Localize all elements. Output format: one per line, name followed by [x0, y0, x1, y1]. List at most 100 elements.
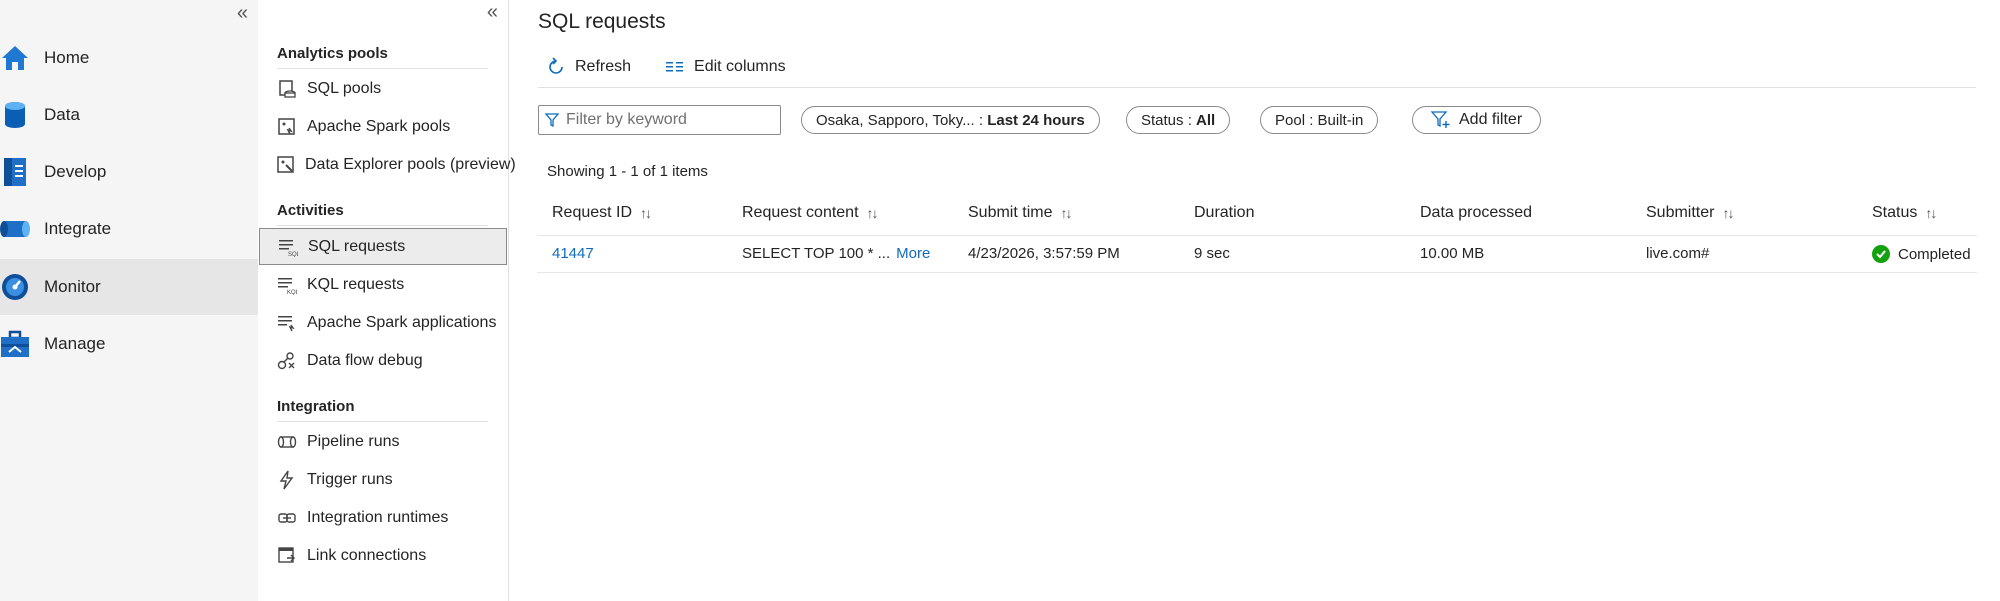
sub-item-label: Apache Spark pools [307, 117, 451, 135]
sub-item-label: Pipeline runs [307, 432, 400, 450]
column-header-label: Submit time [968, 204, 1053, 221]
sub-item-data-flow-debug[interactable]: Data flow debug [259, 342, 507, 379]
collapse-subnav-icon[interactable]: « [487, 1, 498, 24]
nav-item-develop[interactable]: Develop [0, 144, 258, 200]
add-filter-button[interactable]: Add filter [1412, 106, 1542, 134]
lightning-icon [276, 469, 298, 491]
sort-icon: ↑↓ [866, 205, 879, 221]
sql-pool-icon [276, 78, 298, 100]
sub-item-label: Data Explorer pools (preview) [305, 155, 516, 173]
add-filter-label: Add filter [1459, 111, 1523, 128]
column-header-submit-time[interactable]: Submit time ↑↓ [968, 204, 1072, 222]
edit-columns-button[interactable]: Edit columns [657, 50, 786, 84]
sub-item-link-connections[interactable]: Link connections [259, 537, 507, 574]
link-connection-icon [276, 545, 298, 567]
column-header-label: Status [1872, 204, 1918, 221]
column-header-label: Request content [742, 204, 859, 221]
sub-item-apache-spark-applications[interactable]: Apache Spark applications [259, 304, 507, 341]
request-id-link[interactable]: 41447 [552, 245, 594, 262]
integration-runtime-icon [276, 507, 298, 529]
page-title: SQL requests [538, 10, 666, 33]
checkmark-icon [1872, 245, 1890, 263]
collapse-nav-icon[interactable]: « [237, 2, 248, 25]
pool-filter-pill[interactable]: Pool : Built-in [1260, 106, 1379, 134]
nav-item-monitor[interactable]: Monitor [0, 259, 258, 315]
nav-item-home[interactable]: Home [0, 30, 258, 86]
sub-item-label: Trigger runs [307, 470, 393, 488]
add-filter-icon [1431, 111, 1450, 128]
sort-icon: ↑↓ [1060, 205, 1072, 221]
nav-item-data[interactable]: Data [0, 87, 258, 143]
sub-item-label: Integration runtimes [307, 508, 449, 526]
status-filter-pill[interactable]: Status : All [1126, 106, 1231, 134]
time-range-prefix: Osaka, Sapporo, Toky... : [816, 111, 988, 129]
toolbar: Refresh Edit columns [538, 50, 1976, 88]
nav-item-manage[interactable]: Manage [0, 316, 258, 372]
column-header-data-processed[interactable]: Data processed [1420, 204, 1532, 222]
more-link[interactable]: More [896, 245, 930, 262]
data-processed-cell: 10.00 MB [1420, 245, 1485, 262]
column-header-label: Request ID [552, 204, 633, 221]
column-header-status[interactable]: Status ↑↓ [1872, 204, 1937, 222]
refresh-icon [549, 57, 563, 74]
nav-label: Develop [44, 162, 107, 181]
nav-label: Data [44, 105, 80, 124]
filter-keyword-input[interactable] [566, 111, 766, 129]
database-icon [0, 100, 30, 130]
monitor-sub-nav: « Analytics pools SQL pools Apache Spark… [258, 0, 516, 601]
nav-item-integrate[interactable]: Integrate [0, 201, 258, 257]
sub-item-label: KQL requests [307, 275, 405, 293]
section-title-analytics-pools: Analytics pools [277, 45, 488, 69]
spark-pool-icon [276, 116, 298, 138]
filter-box [538, 105, 781, 135]
sub-item-label: SQL requests [308, 237, 406, 255]
refresh-label: Refresh [575, 58, 632, 75]
columns-icon [666, 62, 684, 72]
data-explorer-pool-icon [276, 154, 296, 176]
status-cell: Completed [1872, 245, 1971, 263]
sub-item-pipeline-runs[interactable]: Pipeline runs [259, 423, 507, 460]
sort-icon: ↑↓ [1722, 205, 1734, 221]
nav-label: Home [44, 48, 90, 67]
nav-label: Manage [44, 334, 106, 353]
sub-item-integration-runtimes[interactable]: Integration runtimes [259, 499, 507, 536]
spark-applications-icon [276, 312, 298, 334]
global-nav: « Home Data Develop Integrate Monitor Ma… [0, 0, 258, 601]
column-header-label: Submitter [1646, 204, 1715, 221]
sub-item-sql-requests[interactable]: SQL SQL requests [259, 228, 507, 265]
sort-icon: ↑↓ [640, 205, 652, 221]
request-content-text: SELECT TOP 100 * ... [742, 245, 891, 262]
sub-item-apache-spark-pools[interactable]: Apache Spark pools [259, 108, 507, 145]
time-range-filter-pill[interactable]: Osaka, Sapporo, Toky... : Last 24 hours [801, 106, 1100, 134]
toolbox-icon [0, 329, 30, 359]
sub-item-label: Link connections [307, 546, 427, 564]
filter-icon [545, 113, 559, 127]
refresh-button[interactable]: Refresh [538, 50, 631, 84]
column-header-label: Data processed [1420, 204, 1533, 221]
nav-label: Integrate [44, 219, 112, 238]
duration-cell: 9 sec [1194, 245, 1230, 262]
sub-item-sql-pools[interactable]: SQL pools [259, 70, 507, 107]
column-header-request-content[interactable]: Request content ↑↓ [742, 204, 879, 222]
sub-item-label: Data flow debug [307, 351, 423, 369]
time-range-value: Last 24 hours [987, 111, 1085, 129]
svg-text:KQL: KQL [287, 290, 297, 295]
submitter-cell: live.com# [1646, 245, 1710, 262]
column-header-request-id[interactable]: Request ID ↑↓ [552, 204, 652, 222]
sql-requests-icon: SQL [277, 236, 299, 258]
main-content: SQL requests Refresh Edit columns Osaka,… [510, 0, 2000, 601]
edit-columns-label: Edit columns [694, 58, 786, 75]
status-filter-value: All [1196, 111, 1216, 129]
sort-icon: ↑↓ [1925, 205, 1937, 221]
nav-label: Monitor [44, 277, 101, 296]
data-flow-debug-icon [276, 350, 298, 372]
column-header-duration[interactable]: Duration [1194, 204, 1254, 222]
kql-requests-icon: KQL [276, 274, 298, 296]
home-icon [0, 43, 30, 73]
sub-item-kql-requests[interactable]: KQL KQL requests [259, 266, 507, 303]
column-header-submitter[interactable]: Submitter ↑↓ [1646, 204, 1734, 222]
sub-item-data-explorer-pools[interactable]: Data Explorer pools (preview) [259, 146, 516, 183]
pool-filter-value: Built-in [1317, 111, 1364, 129]
sub-item-trigger-runs[interactable]: Trigger runs [259, 461, 507, 498]
status-filter-prefix: Status : [1141, 111, 1197, 129]
